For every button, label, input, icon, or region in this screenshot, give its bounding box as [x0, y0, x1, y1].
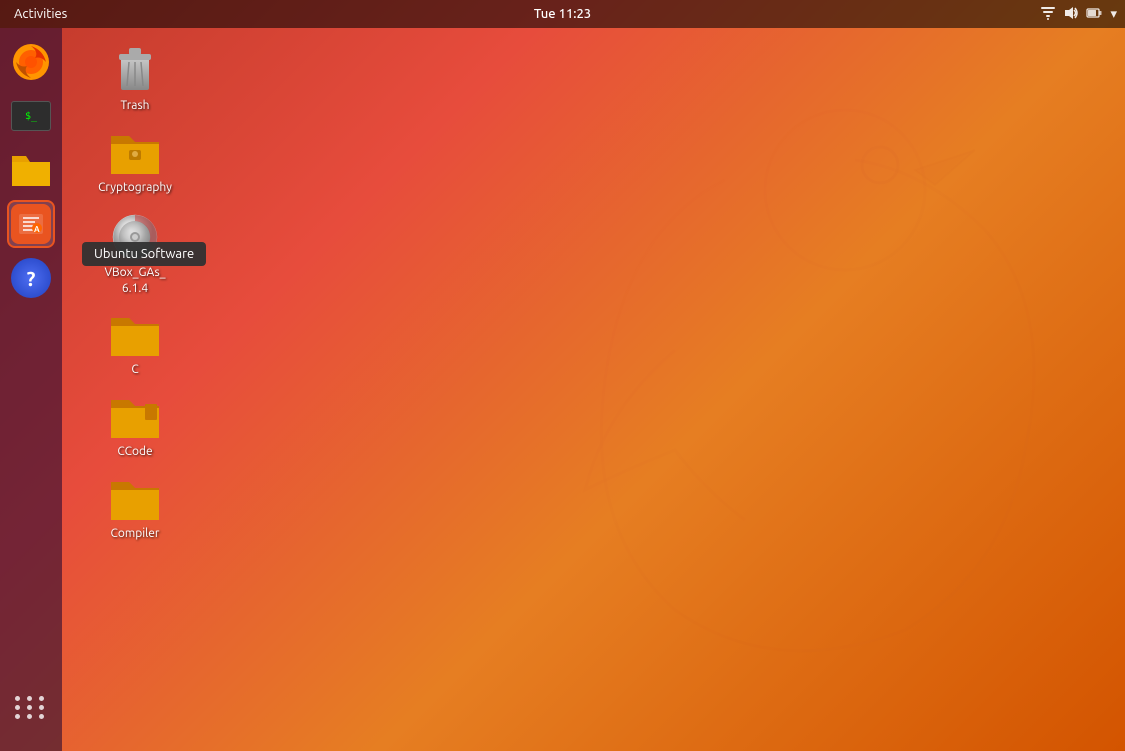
vbox-gas-label: VBox_GAs_6.1.4	[104, 265, 165, 296]
cryptography-label: Cryptography	[98, 180, 172, 196]
trash-icon-graphic	[113, 44, 157, 94]
topbar-right: ▾	[1040, 6, 1117, 23]
ubuntu-bird-watermark	[425, 30, 1075, 710]
c-folder-icon-item[interactable]: C	[80, 308, 190, 384]
desktop-icons-area: Trash Cryptography	[70, 28, 270, 751]
network-icon[interactable]	[1040, 6, 1056, 23]
vbox-icon-graphic	[111, 213, 159, 261]
battery-icon[interactable]	[1086, 7, 1102, 22]
system-menu-icon[interactable]: ▾	[1110, 7, 1117, 22]
volume-icon[interactable]	[1064, 6, 1078, 23]
dock-item-firefox[interactable]	[7, 38, 55, 86]
compiler-folder-icon-graphic	[109, 478, 161, 522]
compiler-label: Compiler	[111, 526, 160, 542]
c-folder-icon-graphic	[109, 314, 161, 358]
c-label: C	[131, 362, 138, 378]
dock-item-ubuntu-software[interactable]: A	[7, 200, 55, 248]
ccode-folder-icon-graphic	[109, 396, 161, 440]
apps-grid-icon	[15, 696, 47, 719]
dock-item-terminal[interactable]: $_	[7, 92, 55, 140]
software-icon-graphic: A	[11, 204, 51, 244]
cryptography-icon-graphic	[109, 132, 161, 176]
topbar: Activities Tue 11:23	[0, 0, 1125, 28]
dock-item-files[interactable]	[7, 146, 55, 194]
help-icon-graphic: ?	[11, 258, 51, 298]
cryptography-icon-item[interactable]: Cryptography	[80, 126, 190, 202]
compiler-folder-icon-item[interactable]: Compiler	[80, 472, 190, 548]
trash-icon-item[interactable]: Trash	[80, 38, 190, 120]
trash-label: Trash	[120, 98, 149, 114]
dock: $_ A ?	[0, 28, 62, 751]
terminal-icon-graphic: $_	[11, 101, 51, 131]
vbox-gas-icon-item[interactable]: VBox_GAs_6.1.4	[80, 207, 190, 302]
topbar-clock[interactable]: Tue 11:23	[534, 7, 591, 21]
ccode-folder-icon-item[interactable]: CCode	[80, 390, 190, 466]
dock-item-help[interactable]: ?	[7, 254, 55, 302]
svg-text:A: A	[34, 225, 40, 234]
topbar-left: Activities	[8, 7, 73, 21]
activities-button[interactable]: Activities	[8, 7, 73, 21]
ccode-label: CCode	[117, 444, 152, 460]
show-applications-button[interactable]	[7, 683, 55, 731]
